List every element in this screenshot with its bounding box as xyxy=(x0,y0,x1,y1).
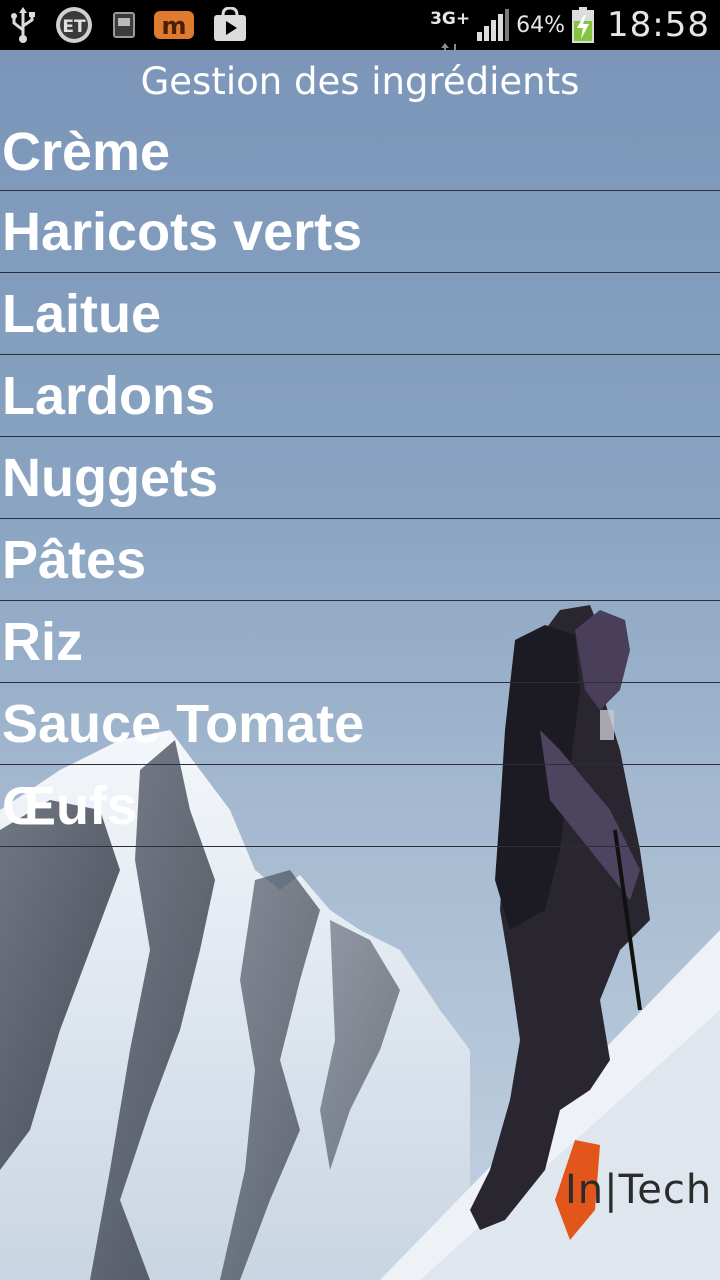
list-item-label: Crème xyxy=(2,122,171,182)
et-app-icon: ET xyxy=(54,5,94,45)
usb-icon xyxy=(10,6,36,44)
list-item[interactable]: Riz xyxy=(0,601,720,683)
list-item-label: Œufs xyxy=(2,775,137,836)
notification-area: ET m xyxy=(10,0,248,50)
clock: 18:58 xyxy=(607,5,710,45)
m-app-icon: m xyxy=(154,9,194,41)
list-item-label: Pâtes xyxy=(2,529,147,590)
status-bar: ET m 3G+ 64% 18:58 xyxy=(0,0,720,55)
list-item[interactable]: Laitue xyxy=(0,273,720,355)
system-status-area: 3G+ 64% 18:58 xyxy=(430,0,710,55)
intech-logo-text: In|Tech xyxy=(565,1167,713,1213)
svg-text:ET: ET xyxy=(62,17,86,37)
list-item[interactable]: Nuggets xyxy=(0,437,720,519)
intech-logo: In|Tech xyxy=(555,1135,711,1245)
list-item-label: Lardons xyxy=(2,365,216,426)
svg-text:m: m xyxy=(161,12,186,40)
signal-strength-icon xyxy=(476,8,510,42)
battery-charging-icon xyxy=(571,6,595,44)
battery-percentage: 64% xyxy=(516,12,566,38)
ingredient-list: Crème Haricots verts Laitue Lardons Nugg… xyxy=(0,114,720,847)
network-type-indicator: 3G+ xyxy=(430,10,470,55)
list-item-label: Laitue xyxy=(2,283,162,344)
ingredient-manager-screen: Gestion des ingrédients Crème Haricots v… xyxy=(0,50,720,1280)
list-item-label: Riz xyxy=(2,611,83,672)
list-item-label: Haricots verts xyxy=(2,201,363,262)
list-item[interactable]: Sauce Tomate xyxy=(0,683,720,765)
network-type-label: 3G+ xyxy=(430,8,471,29)
screenshot-icon xyxy=(112,11,136,39)
list-item[interactable]: Haricots verts xyxy=(0,191,720,273)
list-item[interactable]: Crème xyxy=(0,114,720,191)
list-item-label: Sauce Tomate xyxy=(2,693,365,754)
list-item[interactable]: Œufs xyxy=(0,765,720,847)
play-store-icon xyxy=(212,7,248,43)
list-item-label: Nuggets xyxy=(2,447,218,508)
page-title: Gestion des ingrédients xyxy=(140,60,580,103)
list-item[interactable]: Pâtes xyxy=(0,519,720,601)
list-item[interactable]: Lardons xyxy=(0,355,720,437)
